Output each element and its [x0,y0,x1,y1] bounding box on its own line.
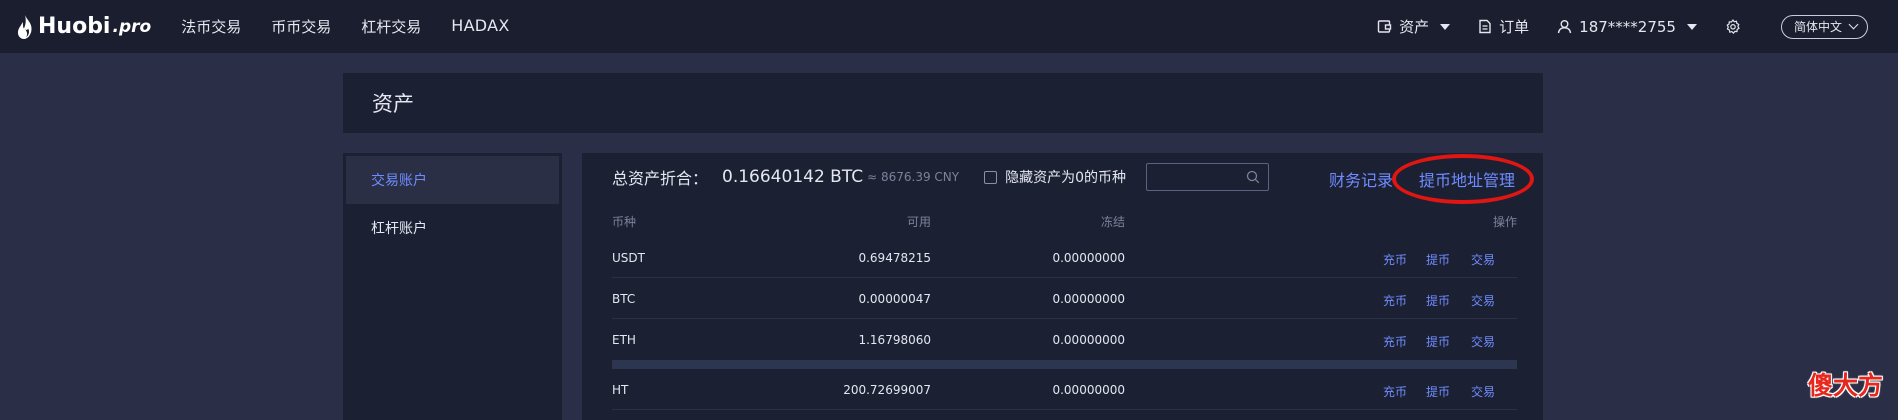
coin-search-box[interactable] [1146,163,1270,191]
huobi-logo[interactable]: Huobi .pro [16,14,151,40]
language-label: 简体中文 [1793,20,1842,34]
account-label: 187****2755 [1579,17,1676,36]
nav-fiat-trading[interactable]: 法币交易 [181,16,241,37]
gear-icon [1726,18,1740,34]
section-divider [612,360,1517,369]
trade-link[interactable]: 交易 [1471,251,1495,268]
withdraw-link[interactable]: 提币 [1426,292,1450,309]
deposit-link[interactable]: 充币 [1383,333,1407,350]
page-title: 资产 [372,92,414,116]
available-amount: 0.00000047 [858,292,931,306]
coin-name: BTC [612,292,636,306]
frozen-amount: 0.00000000 [1052,251,1125,265]
table-row: HT 200.72699007 0.00000000 充币 提币 交易 [612,369,1517,410]
frozen-amount: 0.00000000 [1052,292,1125,306]
user-icon [1557,20,1572,34]
language-select[interactable]: 简体中文 [1780,14,1868,39]
document-icon [1479,19,1491,34]
total-assets-label: 总资产折合： [612,169,709,188]
account-menu[interactable]: 187****2755 [1557,18,1697,36]
hide-zero-checkbox[interactable] [984,170,998,184]
total-cny-value: ≈ 8676.39 CNY [867,170,960,184]
table-header: 币种 可用 冻结 操作 [612,213,1517,231]
available-amount: 0.69478215 [858,251,931,265]
hide-zero-balance-toggle[interactable]: 隐藏资产为0的币种 [984,167,1126,187]
sidebar-item-trading-account[interactable]: 交易账户 [346,156,559,204]
withdraw-link[interactable]: 提币 [1426,333,1450,350]
watermark: 傻大方 [1808,366,1883,402]
coin-search-input[interactable] [1147,164,1244,190]
trade-link[interactable]: 交易 [1471,292,1495,309]
hide-zero-label: 隐藏资产为0的币种 [1005,170,1127,186]
settings-button[interactable] [1725,18,1741,35]
column-coin: 币种 [612,215,637,229]
sidebar-item-margin-account[interactable]: 杠杆账户 [346,204,559,252]
search-icon[interactable] [1246,170,1260,184]
available-amount: 200.72699007 [843,383,931,397]
coin-name: HT [612,383,629,397]
nav-hadax[interactable]: HADAX [451,16,509,37]
withdraw-link[interactable]: 提币 [1426,383,1450,400]
brand-name: Huobi [38,14,111,39]
watermark-text: 傻大方 [1808,371,1884,400]
frozen-amount: 0.00000000 [1052,383,1125,397]
top-navigation-bar: Huobi .pro 法币交易 币币交易 杠杆交易 HADAX 资产 订单 18… [0,0,1898,53]
chevron-down-icon [1440,23,1451,30]
frozen-amount: 0.00000000 [1052,333,1125,347]
available-amount: 1.16798060 [858,333,931,347]
chevron-down-icon [1686,23,1697,30]
orders-label: 订单 [1499,18,1530,36]
brand-suffix: .pro [112,16,152,37]
assets-menu[interactable]: 资产 [1377,16,1451,37]
column-actions: 操作 [1492,215,1517,229]
user-menu: 资产 订单 187****2755 简体中文 [1349,0,1868,53]
table-row: USDT 0.69478215 0.00000000 充币 提币 交易 [612,237,1517,278]
table-row: ETH 1.16798060 0.00000000 充币 提币 交易 [612,319,1517,360]
account-sidebar: 交易账户 杠杆账户 [343,153,562,420]
chevron-down-icon [1848,19,1859,30]
column-frozen: 冻结 [1100,215,1125,229]
assets-label: 资产 [1399,18,1430,36]
trade-link[interactable]: 交易 [1471,383,1495,400]
assets-panel: 总资产折合： 0.16640142 BTC ≈ 8676.39 CNY 隐藏资产… [582,153,1543,420]
coin-name: USDT [612,251,645,265]
finance-records-link[interactable]: 财务记录 [1329,167,1393,191]
withdraw-address-link[interactable]: 提币地址管理 [1419,167,1515,191]
withdraw-link[interactable]: 提币 [1426,251,1450,268]
deposit-link[interactable]: 充币 [1383,383,1407,400]
deposit-link[interactable]: 充币 [1383,292,1407,309]
page-header: 资产 [343,73,1543,133]
deposit-link[interactable]: 充币 [1383,251,1407,268]
wallet-icon [1377,20,1392,33]
table-row: BTC 0.00000047 0.00000000 充币 提币 交易 [612,278,1517,319]
column-available: 可用 [906,215,931,229]
asset-table: USDT 0.69478215 0.00000000 充币 提币 交易 BTC … [612,237,1517,410]
coin-name: ETH [612,333,636,347]
trade-link[interactable]: 交易 [1471,333,1495,350]
total-btc-value: 0.16640142 BTC [722,167,864,187]
flame-logo-icon [17,14,32,39]
main-nav: 法币交易 币币交易 杠杆交易 HADAX [181,16,539,37]
nav-coin-trading[interactable]: 币币交易 [271,16,331,37]
nav-margin-trading[interactable]: 杠杆交易 [361,16,421,37]
orders-menu[interactable]: 订单 [1478,16,1529,37]
